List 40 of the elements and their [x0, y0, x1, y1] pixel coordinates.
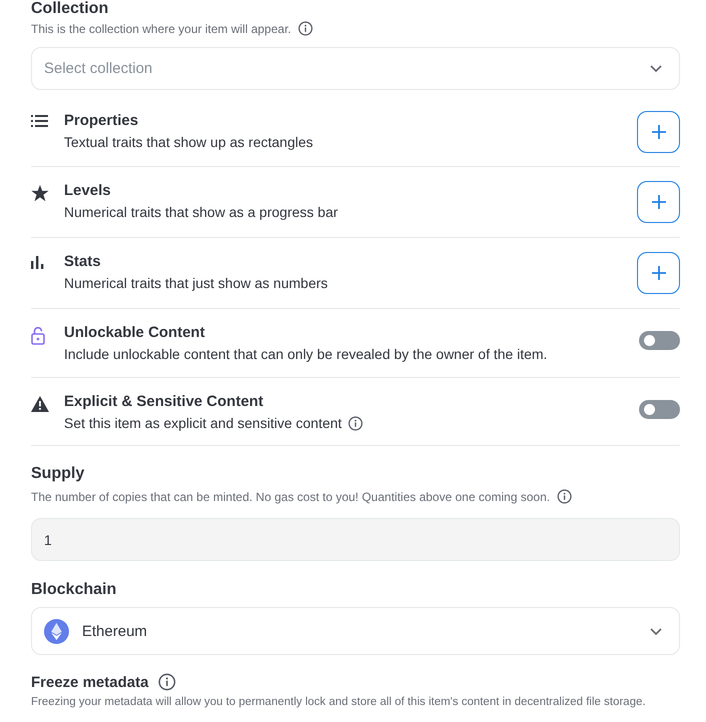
info-icon[interactable] [298, 21, 314, 36]
add-button[interactable] [637, 252, 680, 294]
trait-title: Explicit & Sensitive Content [64, 393, 264, 410]
info-icon[interactable] [556, 489, 572, 504]
section-description: The number of copies that can be minted. No gas cost to you! Quantities above one coming soon. [31, 490, 550, 504]
section-title: Supply [31, 465, 86, 483]
section-description: This is the collection where your item will appear. [31, 22, 292, 36]
add-button[interactable] [637, 111, 680, 153]
trait-description: Textual traits that show up as rectangles [64, 134, 314, 150]
section-description: Freezing your metadata will allow you to permanently lock and store all of this item's content in decentralized file storage. [31, 696, 646, 708]
supply-input[interactable]: 1 [31, 518, 680, 561]
info-icon[interactable] [158, 673, 176, 691]
chevron-down-icon [649, 626, 663, 636]
plus-icon [652, 266, 666, 280]
blockchain-select[interactable]: Ethereum [31, 607, 680, 655]
trait-description: Include unlockable content that can only be revealed by the owner of the item. [64, 346, 548, 362]
plus-icon [652, 125, 666, 139]
info-icon[interactable] [348, 416, 363, 430]
section-title: Freeze metadata [31, 674, 149, 690]
diamond-logo-icon [44, 618, 69, 644]
add-button[interactable] [637, 181, 680, 223]
trait-title: Properties [64, 112, 140, 129]
chevron-down-icon [649, 64, 663, 73]
plus-icon [652, 195, 666, 209]
padlock-icon [31, 327, 45, 345]
toggle-switch[interactable] [639, 400, 680, 418]
section-title: Collection [31, 0, 110, 18]
list-icon [31, 115, 48, 127]
trait-description: Numerical traits that show as a progress bar [64, 204, 338, 220]
star-icon [31, 185, 49, 202]
warning-icon [31, 396, 49, 412]
bar-chart-icon [31, 256, 44, 269]
section-title: Blockchain [31, 581, 118, 599]
trait-description: Set this item as explicit and sensitive content [64, 415, 342, 431]
trait-title: Levels [64, 182, 112, 199]
trait-title: Unlockable Content [64, 324, 206, 341]
trait-description: Numerical traits that just show as numbers [64, 275, 328, 291]
blockchain-value: Ethereum [82, 622, 148, 640]
toggle-switch[interactable] [639, 331, 680, 350]
trait-title: Stats [64, 253, 102, 270]
